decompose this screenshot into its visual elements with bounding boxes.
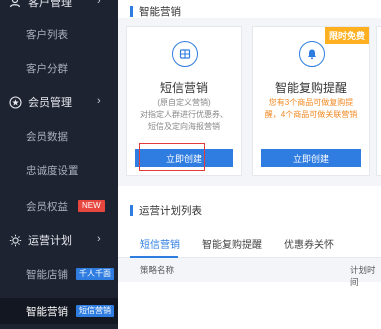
card-partial <box>376 26 381 176</box>
card-description: 您有3个商品可做复购提 醒，4个商品可做关联营销 <box>253 97 369 121</box>
sidebar-item-loyalty[interactable]: 忠诚度设置 <box>0 160 118 180</box>
sidebar-item-label: 智能店铺 <box>26 268 68 281</box>
star-circle-icon <box>8 95 22 109</box>
table-header: 策略名称 计划时间 <box>118 258 381 287</box>
sidebar-item-label: 会员数据 <box>26 130 68 143</box>
sidebar-group-member-mgmt[interactable]: 会员管理 › <box>0 92 118 112</box>
sms-icon <box>172 41 198 67</box>
user-icon <box>8 0 22 9</box>
section-title-ops-plan-list: 运营计划列表 <box>130 203 202 218</box>
sidebar-item-customer-list[interactable]: 客户列表 <box>0 24 118 44</box>
create-repurchase-button[interactable]: 立即创建 <box>261 149 361 167</box>
sidebar-item-smart-marketing[interactable]: 智能营销 短信营销 <box>0 298 118 324</box>
sidebar-group-label: 运营计划 <box>28 235 72 247</box>
marketing-cards: 短信营销 (原自定义营销) 对指定人群进行优惠券、 短信及定向海报营销 立即创建… <box>118 18 381 186</box>
card-desc-line: 醒，4个商品可做关联营销 <box>264 110 358 119</box>
card-desc-line: (原自定义营销) <box>157 98 211 107</box>
chevron-right-icon: › <box>97 233 101 245</box>
main-content: 智能营销 短信营销 (原自定义营销) 对指定人群进行优惠券、 短信及定向海报营销… <box>118 0 381 329</box>
sidebar-item-label: 客户分群 <box>26 62 68 75</box>
plan-tabs: 短信营销 智能复购提醒 优惠券关怀 <box>118 232 381 258</box>
chevron-right-icon: › <box>97 0 101 7</box>
sidebar-group-label: 客户管理 <box>28 0 72 9</box>
sidebar-item-customer-group[interactable]: 客户分群 <box>0 58 118 78</box>
feature-badge: 短信营销 <box>76 305 114 317</box>
sidebar-item-label: 会员权益 <box>26 200 68 213</box>
sidebar-item-label: 智能营销 <box>26 305 68 318</box>
tab-sms-marketing[interactable]: 短信营销 <box>140 236 180 251</box>
free-badge: 限时免费 <box>324 27 369 44</box>
section-title-text: 运营计划列表 <box>139 205 202 217</box>
sidebar-item-member-rights[interactable]: 会员权益 NEW <box>0 196 118 216</box>
card-desc-line: 对指定人群进行优惠券、 <box>140 110 228 119</box>
sidebar-item-member-data[interactable]: 会员数据 <box>0 126 118 146</box>
tab-coupon-care[interactable]: 优惠券关怀 <box>284 236 334 251</box>
card-description: (原自定义营销) 对指定人群进行优惠券、 短信及定向海报营销 <box>127 97 241 133</box>
column-header-plan-time: 计划时间 <box>350 265 376 287</box>
card-repurchase-reminder: 限时免费 智能复购提醒 您有3个商品可做复购提 醒，4个商品可做关联营销 立即创… <box>252 26 370 176</box>
column-header-strategy-name: 策略名称 <box>140 265 175 275</box>
tab-repurchase-reminder[interactable]: 智能复购提醒 <box>202 236 262 251</box>
card-title: 短信营销 <box>159 81 208 95</box>
highlight-box <box>139 143 205 171</box>
section-accent-bar <box>130 205 133 216</box>
feature-badge: 千人千面 <box>76 268 114 280</box>
card-desc-line: 您有3个商品可做复购提 <box>268 98 354 107</box>
sidebar-group-ops-plan[interactable]: 运营计划 › <box>0 230 118 250</box>
section-accent-bar <box>130 6 133 17</box>
section-title-smart-marketing: 智能营销 <box>130 4 181 19</box>
sidebar-item-label: 客户列表 <box>26 28 68 41</box>
bell-icon <box>299 41 325 67</box>
card-title: 智能复购提醒 <box>274 81 347 95</box>
sidebar-group-customer-mgmt[interactable]: 客户管理 › <box>0 0 118 12</box>
section-title-text: 智能营销 <box>139 6 181 18</box>
chevron-right-icon: › <box>97 95 101 107</box>
sidebar-item-smart-store[interactable]: 智能店铺 千人千面 <box>0 264 118 284</box>
card-sms-marketing: 短信营销 (原自定义营销) 对指定人群进行优惠券、 短信及定向海报营销 立即创建 <box>126 26 242 176</box>
new-badge: NEW <box>78 200 105 212</box>
bulb-icon <box>8 233 22 247</box>
sidebar: 客户管理 › 客户列表 客户分群 会员管理 › 会员数据 忠诚度设置 会员权益 … <box>0 0 118 329</box>
sidebar-group-label: 会员管理 <box>28 97 72 109</box>
sidebar-item-label: 忠诚度设置 <box>26 164 79 177</box>
card-desc-line: 短信及定向海报营销 <box>148 122 220 131</box>
